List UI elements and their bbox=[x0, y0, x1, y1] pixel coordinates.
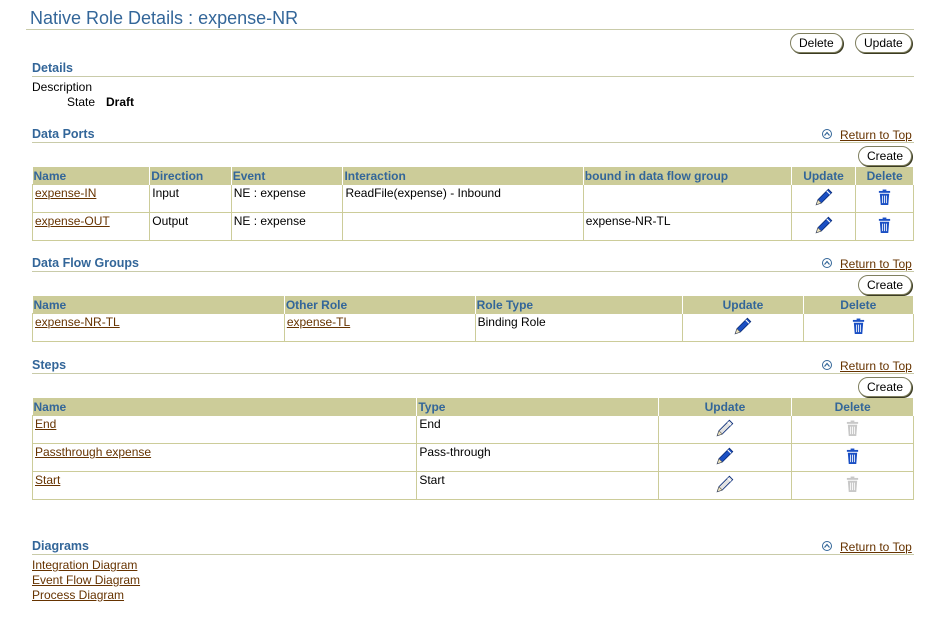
table-row: Start Start bbox=[31, 471, 914, 500]
column-header: Delete bbox=[855, 167, 914, 185]
column-header: Interaction bbox=[342, 167, 584, 185]
pencil-icon[interactable] bbox=[732, 315, 754, 337]
step-type: Pass-through bbox=[416, 443, 659, 472]
data-flow-groups-heading: Data Flow Groups bbox=[32, 256, 139, 270]
port-event: NE : expense bbox=[230, 184, 344, 213]
column-header: Name bbox=[32, 296, 285, 314]
state-label: State bbox=[67, 95, 96, 109]
data-flow-groups-create-button[interactable]: Create bbox=[858, 275, 913, 295]
column-header: Type bbox=[416, 398, 659, 416]
data-ports-divider bbox=[32, 142, 914, 143]
table-row: Passthrough expense Pass-through bbox=[31, 443, 914, 472]
port-direction: Output bbox=[149, 212, 232, 241]
pencil-icon bbox=[714, 417, 736, 439]
data-ports-table: Name Direction Event Interaction bound i… bbox=[31, 167, 914, 241]
trash-icon[interactable] bbox=[877, 217, 892, 234]
step-name-link[interactable]: Passthrough expense bbox=[35, 445, 151, 459]
step-name-link[interactable]: End bbox=[35, 417, 56, 431]
port-name-link[interactable]: expense-OUT bbox=[35, 214, 110, 228]
port-direction: Input bbox=[149, 184, 232, 213]
steps-heading: Steps bbox=[32, 358, 67, 372]
pencil-icon[interactable] bbox=[714, 445, 736, 467]
port-bound-group bbox=[582, 184, 792, 213]
data-ports-heading: Data Ports bbox=[32, 127, 95, 141]
port-interaction: ReadFile(expense) - Inbound bbox=[342, 184, 584, 213]
column-header: Name bbox=[32, 398, 418, 416]
return-to-top-link[interactable]: Return to Top bbox=[840, 540, 912, 554]
data-flow-groups-divider bbox=[32, 271, 914, 272]
port-name-link[interactable]: expense-IN bbox=[35, 186, 96, 200]
integration-diagram-link[interactable]: Integration Diagram bbox=[32, 558, 137, 572]
role-type: Binding Role bbox=[474, 313, 684, 342]
diagrams-divider bbox=[32, 554, 914, 555]
steps-create-button[interactable]: Create bbox=[858, 377, 913, 397]
port-bound-group: expense-NR-TL bbox=[582, 212, 792, 241]
page-title: Native Role Details : expense-NR bbox=[30, 8, 299, 28]
column-header: Event bbox=[231, 167, 344, 185]
pencil-icon bbox=[714, 473, 736, 495]
pencil-icon[interactable] bbox=[813, 214, 835, 236]
step-name-link[interactable]: Start bbox=[35, 473, 60, 487]
process-diagram-link[interactable]: Process Diagram bbox=[32, 588, 124, 602]
state-value: Draft bbox=[106, 95, 135, 109]
table-header: Name Type Update Delete bbox=[32, 398, 914, 416]
step-type: End bbox=[416, 415, 659, 444]
pencil-icon[interactable] bbox=[813, 186, 835, 208]
table-row: End End bbox=[31, 415, 914, 444]
table-header: Name Direction Event Interaction bound i… bbox=[32, 167, 914, 185]
column-header: Role Type bbox=[475, 296, 684, 314]
column-header: Delete bbox=[803, 296, 915, 314]
table-row: expense-NR-TL expense-TL Binding Role bbox=[32, 313, 915, 342]
up-arrow-icon[interactable] bbox=[822, 541, 832, 551]
up-arrow-icon[interactable] bbox=[822, 360, 832, 370]
up-arrow-icon[interactable] bbox=[822, 129, 832, 139]
return-to-top-link[interactable]: Return to Top bbox=[840, 128, 912, 142]
column-header: Name bbox=[32, 167, 151, 185]
port-interaction bbox=[342, 212, 584, 241]
column-header: bound in data flow group bbox=[583, 167, 792, 185]
title-divider bbox=[26, 29, 914, 30]
update-button[interactable]: Update bbox=[855, 33, 912, 53]
diagrams-heading: Diagrams bbox=[32, 539, 89, 553]
details-divider bbox=[32, 76, 914, 77]
steps-table: Name Type Update Delete End End Passthro… bbox=[31, 398, 914, 500]
details-heading: Details bbox=[32, 61, 73, 75]
description-label: Description bbox=[32, 80, 93, 94]
return-to-top-link[interactable]: Return to Top bbox=[840, 359, 912, 373]
group-name-link[interactable]: expense-NR-TL bbox=[35, 315, 120, 329]
column-header: Other Role bbox=[284, 296, 476, 314]
trash-icon[interactable] bbox=[845, 448, 860, 465]
event-flow-diagram-link[interactable]: Event Flow Diagram bbox=[32, 573, 140, 587]
column-header: Update bbox=[791, 167, 857, 185]
table-row: expense-OUT Output NE : expense expense-… bbox=[31, 212, 914, 241]
trash-icon[interactable] bbox=[877, 189, 892, 206]
column-header: Update bbox=[682, 296, 804, 314]
table-header: Name Other Role Role Type Update Delete bbox=[32, 296, 915, 314]
trash-icon bbox=[845, 420, 860, 437]
up-arrow-icon[interactable] bbox=[822, 258, 832, 268]
column-header: Delete bbox=[791, 398, 914, 416]
column-header: Update bbox=[658, 398, 793, 416]
data-ports-create-button[interactable]: Create bbox=[858, 146, 913, 166]
other-role-link[interactable]: expense-TL bbox=[287, 315, 350, 329]
steps-divider bbox=[32, 373, 914, 374]
port-event: NE : expense bbox=[230, 212, 344, 241]
table-row: expense-IN Input NE : expense ReadFile(e… bbox=[31, 184, 914, 213]
trash-icon bbox=[845, 476, 860, 493]
trash-icon[interactable] bbox=[851, 318, 866, 335]
return-to-top-link[interactable]: Return to Top bbox=[840, 257, 912, 271]
step-type: Start bbox=[416, 471, 659, 500]
delete-button[interactable]: Delete bbox=[790, 33, 843, 53]
column-header: Direction bbox=[149, 167, 232, 185]
data-flow-groups-table: Name Other Role Role Type Update Delete … bbox=[32, 296, 915, 342]
